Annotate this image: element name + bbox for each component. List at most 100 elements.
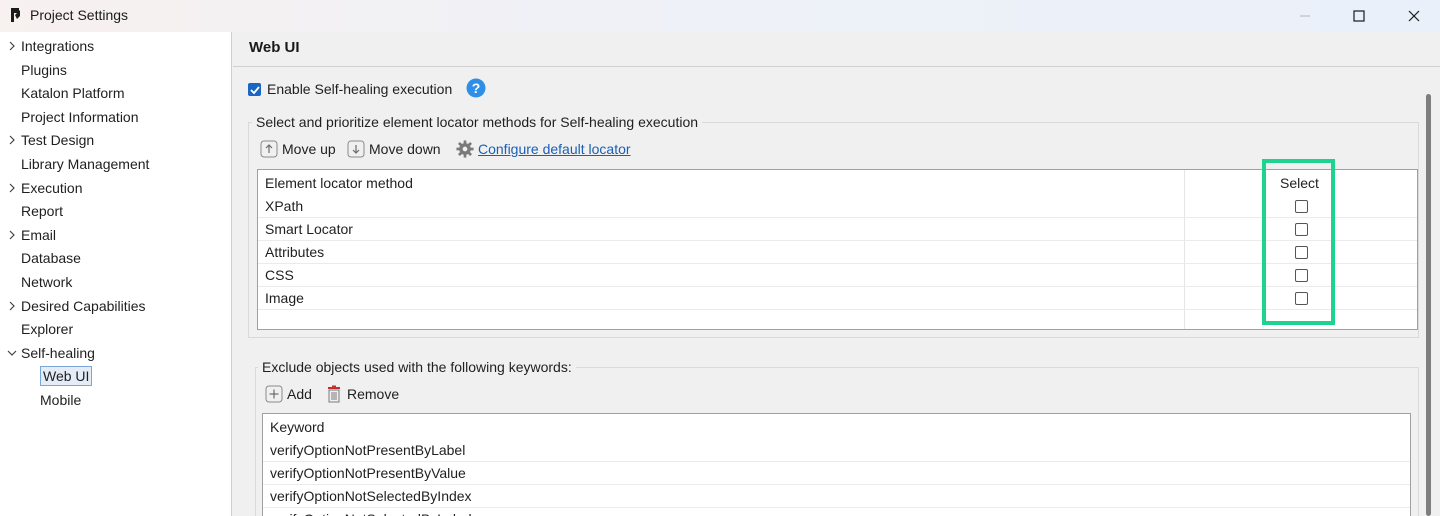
chevron-right-icon[interactable] xyxy=(6,35,18,57)
tree-item-label: Network xyxy=(21,274,73,290)
remove-label: Remove xyxy=(347,386,400,402)
enable-self-healing-row[interactable]: Enable Self-healing execution xyxy=(248,79,452,99)
tree-item-integrations[interactable]: Integrations xyxy=(9,35,95,57)
vertical-scrollbar[interactable] xyxy=(1419,74,1440,516)
chevron-right-icon[interactable] xyxy=(6,177,18,199)
keyword-cell: verifyOptionNotPresentByLabel xyxy=(270,442,466,458)
table-row[interactable]: verifyOptionNotSelectedByLabel xyxy=(263,508,1410,516)
tree-item-execution[interactable]: Execution xyxy=(9,177,83,199)
settings-tree: Integrations Plugins Katalon Platform Proje… xyxy=(0,32,232,516)
panel-header: Web UI xyxy=(233,32,1440,67)
table-row[interactable]: verifyOptionNotPresentByLabel xyxy=(263,439,1410,462)
maximize-button[interactable] xyxy=(1336,0,1382,32)
locator-method-cell: Smart Locator xyxy=(265,221,353,237)
enable-self-healing-label: Enable Self-healing execution xyxy=(267,81,453,97)
table-header-row: Keyword xyxy=(263,416,1410,439)
exclude-group-title: Exclude objects used with the following … xyxy=(258,359,576,375)
header-element-locator-method[interactable]: Element locator method xyxy=(265,172,413,195)
chevron-down-icon[interactable] xyxy=(6,342,18,364)
window-title: Project Settings xyxy=(30,7,129,23)
tree-item-mobile[interactable]: Mobile xyxy=(40,389,81,411)
tree-item-label: Web UI xyxy=(40,366,93,387)
tree-item-explorer[interactable]: Explorer xyxy=(21,318,73,340)
remove-keyword-button[interactable]: Remove xyxy=(325,384,399,404)
table-header-row: Element locator method Select xyxy=(258,172,1417,195)
chevron-right-icon[interactable] xyxy=(6,129,18,151)
table-row[interactable]: verifyOptionNotSelectedByIndex xyxy=(263,485,1410,508)
settings-panel: Web UI Enable Self-healing execution ? S… xyxy=(233,32,1440,516)
close-button[interactable] xyxy=(1391,0,1437,32)
locator-group-title: Select and prioritize element locator me… xyxy=(252,114,703,130)
locator-method-cell: CSS xyxy=(265,267,294,283)
title-bar: Project Settings xyxy=(0,0,1440,32)
keyword-cell: verifyOptionNotSelectedByIndex xyxy=(270,488,472,504)
table-row[interactable]: CSS xyxy=(258,264,1417,287)
tree-item-label: Execution xyxy=(21,179,83,196)
tree-item-katalon-platform[interactable]: Katalon Platform xyxy=(21,82,125,104)
table-row[interactable]: verifyOptionNotPresentByValue xyxy=(263,462,1410,485)
table-row[interactable]: Attributes xyxy=(258,241,1417,264)
tree-item-plugins[interactable]: Plugins xyxy=(21,59,67,81)
tree-item-web-ui[interactable]: Web UI xyxy=(40,365,93,387)
configure-default-locator-button[interactable]: Configure default locator xyxy=(456,139,631,159)
keyword-cell: verifyOptionNotSelectedByLabel xyxy=(270,508,472,516)
tree-item-label: Katalon Platform xyxy=(21,85,125,102)
minimize-button[interactable] xyxy=(1282,0,1328,32)
tree-item-self-healing[interactable]: Self-healing xyxy=(7,342,95,364)
tree-item-database[interactable]: Database xyxy=(21,247,81,269)
locator-method-cell: Image xyxy=(265,290,304,306)
locator-method-cell: Attributes xyxy=(265,244,325,260)
tree-item-report[interactable]: Report xyxy=(21,200,63,222)
locator-methods-table: Element locator method Select XPath Smart… xyxy=(257,169,1418,330)
select-column-highlight xyxy=(1262,159,1335,325)
tree-item-desired-capabilities[interactable]: Desired Capabilities xyxy=(9,295,146,317)
tree-item-network[interactable]: Network xyxy=(21,271,72,293)
move-up-label: Move up xyxy=(282,141,336,157)
tree-item-label: Desired Capabilities xyxy=(21,297,146,314)
table-row[interactable]: Smart Locator xyxy=(258,218,1417,241)
tree-item-label: Report xyxy=(21,203,64,220)
minimize-icon xyxy=(1300,15,1310,17)
svg-text:?: ? xyxy=(472,80,481,96)
table-row[interactable]: Image xyxy=(258,287,1417,310)
plus-icon xyxy=(265,385,283,403)
tree-item-label: Integrations xyxy=(21,38,95,54)
add-keyword-button[interactable]: Add xyxy=(265,384,312,404)
tree-item-label: Email xyxy=(21,226,57,243)
tree-item-label: Project Information xyxy=(21,108,139,125)
move-up-button[interactable]: Move up xyxy=(260,139,336,159)
maximize-icon xyxy=(1353,10,1365,22)
close-icon xyxy=(1408,10,1420,22)
katalon-app-icon xyxy=(11,8,20,22)
help-icon[interactable]: ? xyxy=(466,78,486,98)
chevron-right-icon[interactable] xyxy=(6,295,18,317)
tree-item-label: Library Management xyxy=(21,156,150,172)
add-label: Add xyxy=(287,386,312,402)
header-keyword[interactable]: Keyword xyxy=(270,416,324,439)
page-title: Web UI xyxy=(249,39,300,56)
move-down-label: Move down xyxy=(369,141,441,157)
tree-item-project-information[interactable]: Project Information xyxy=(21,106,139,128)
enable-self-healing-checkbox[interactable] xyxy=(248,82,261,96)
tree-item-label: Self-healing xyxy=(21,344,95,361)
move-down-button[interactable]: Move down xyxy=(347,139,441,159)
tree-item-library-management[interactable]: Library Management xyxy=(21,153,149,175)
keyword-cell: verifyOptionNotPresentByValue xyxy=(270,465,466,481)
chevron-right-icon[interactable] xyxy=(6,224,18,246)
configure-default-locator-link[interactable]: Configure default locator xyxy=(478,141,631,157)
locator-method-cell: XPath xyxy=(265,198,304,214)
scrollbar-thumb[interactable] xyxy=(1426,94,1431,516)
arrow-up-icon xyxy=(260,140,278,158)
tree-item-label: Plugins xyxy=(21,61,67,78)
tree-item-label: Database xyxy=(21,250,81,267)
check-icon xyxy=(250,85,260,94)
tree-item-label: Explorer xyxy=(21,321,74,338)
table-row[interactable]: XPath xyxy=(258,195,1417,218)
tree-item-test-design[interactable]: Test Design xyxy=(9,129,95,151)
arrow-down-icon xyxy=(347,140,365,158)
trash-icon xyxy=(328,385,340,403)
keywords-table: Keyword verifyOptionNotPresentByLabel ver… xyxy=(262,413,1411,516)
tree-item-label: Test Design xyxy=(21,132,95,149)
tree-item-label: Mobile xyxy=(40,392,82,408)
tree-item-email[interactable]: Email xyxy=(9,224,57,246)
